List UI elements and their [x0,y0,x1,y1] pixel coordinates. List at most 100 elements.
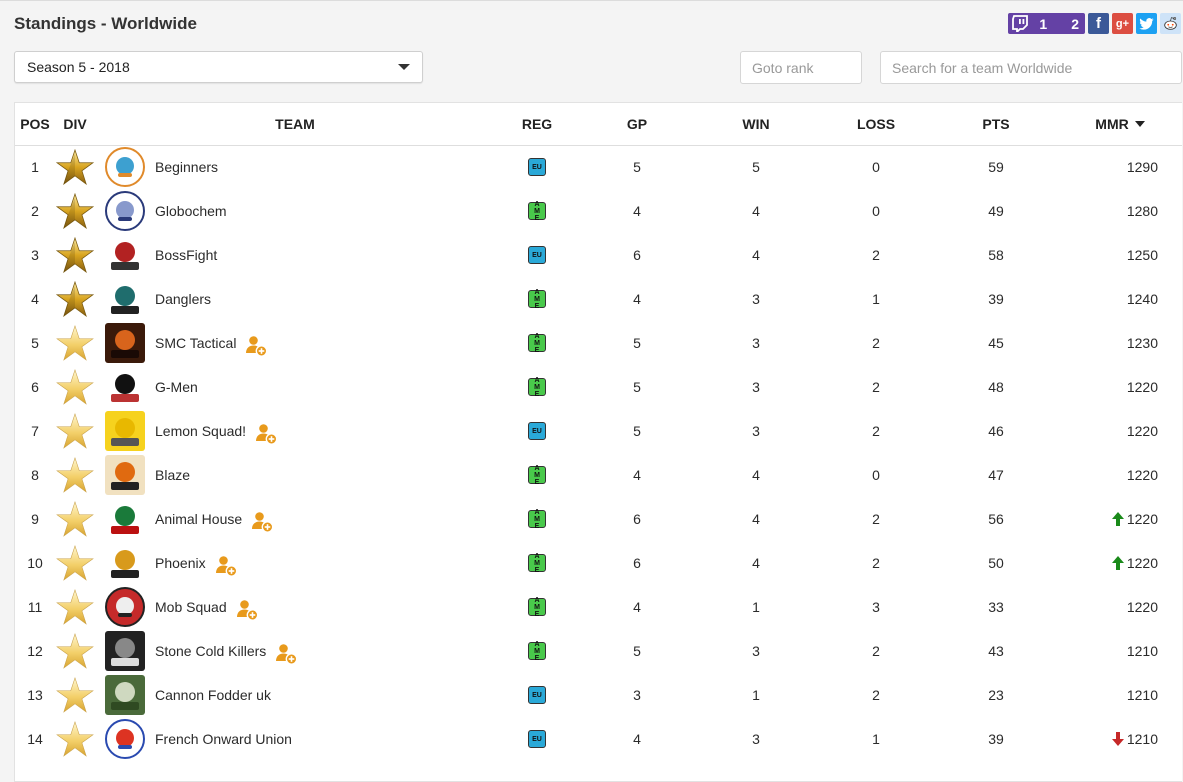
team-logo[interactable] [105,145,145,189]
table-row[interactable]: 12 Stone Cold Killers AME 5 3 2 43 1210 [15,629,1182,673]
wins: 3 [752,291,760,307]
goto-rank-input[interactable] [740,51,862,84]
top-border [0,0,1183,1]
reddit-icon[interactable] [1160,13,1181,34]
twitch-button[interactable]: 1 2 [1008,13,1085,34]
trend-down-icon [1111,732,1127,746]
points: 33 [988,599,1004,615]
division-star-icon [55,233,95,277]
team-logo-image [105,147,145,187]
recruiting-icon[interactable] [245,331,269,357]
recruiting-icon[interactable] [251,507,275,533]
header-div[interactable]: DIV [55,103,95,145]
team-logo[interactable] [105,629,145,673]
region-cell: AME [517,365,557,409]
team-cell: G-Men [155,365,415,409]
region-cell: EU [517,233,557,277]
team-name-link[interactable]: Phoenix [155,541,206,585]
table-row[interactable]: 13 Cannon Fodder uk EU 3 1 2 23 1210 [15,673,1182,717]
team-logo[interactable] [105,541,145,585]
team-name-link[interactable]: G-Men [155,365,198,409]
table-row[interactable]: 8 Blaze AME 4 4 0 47 1220 [15,453,1182,497]
recruiting-icon[interactable] [275,639,299,665]
team-logo[interactable] [105,365,145,409]
team-name-link[interactable]: French Onward Union [155,717,292,761]
team-name-link[interactable]: Mob Squad [155,585,227,629]
twitch-icon [1011,15,1029,32]
team-logo[interactable] [105,321,145,365]
mmr-value: 1210 [1126,643,1158,659]
team-logo[interactable] [105,189,145,233]
header-pts[interactable]: PTS [972,103,1020,145]
team-name-link[interactable]: BossFight [155,233,217,277]
table-row[interactable]: 10 Phoenix AME 6 4 2 50 1220 [15,541,1182,585]
table-row[interactable]: 6 G-Men AME 5 3 2 48 1220 [15,365,1182,409]
division-star-icon [55,189,95,233]
table-row[interactable]: 3 BossFight EU 6 4 2 58 1250 [15,233,1182,277]
team-logo[interactable] [105,277,145,321]
table-header: POS DIV TEAM REG GP WIN LOSS PTS MMR [15,103,1182,146]
header-loss[interactable]: LOSS [852,103,900,145]
team-logo[interactable] [105,497,145,541]
wins: 5 [752,159,760,175]
team-logo[interactable] [105,453,145,497]
team-name-link[interactable]: Beginners [155,145,218,189]
games-played: 4 [633,291,641,307]
team-logo[interactable] [105,409,145,453]
team-logo-image [105,587,145,627]
team-logo-image [105,719,145,759]
region-badge-label: EU [532,251,542,259]
points: 48 [988,379,1004,395]
region-cell: AME [517,541,557,585]
team-name-link[interactable]: SMC Tactical [155,321,236,365]
team-cell: BossFight [155,233,415,277]
season-select[interactable]: Season 5 - 2018 [14,51,423,83]
mmr-value: 1220 [1126,555,1158,571]
rank-position: 1 [31,159,39,175]
header-team[interactable]: TEAM [245,103,345,145]
region-badge: AME [528,553,546,574]
recruiting-icon[interactable] [255,419,279,445]
losses: 2 [872,335,880,351]
team-name-link[interactable]: Animal House [155,497,242,541]
table-row[interactable]: 9 Animal House AME 6 4 2 56 1220 [15,497,1182,541]
twitter-icon[interactable] [1136,13,1157,34]
facebook-icon[interactable]: f [1088,13,1109,34]
header-gp[interactable]: GP [613,103,661,145]
mmr-cell: 1240 [1075,277,1175,321]
table-row[interactable]: 4 Danglers AME 4 3 1 39 1240 [15,277,1182,321]
table-row[interactable]: 11 Mob Squad AME 4 1 3 33 1220 [15,585,1182,629]
team-name-link[interactable]: Lemon Squad! [155,409,246,453]
team-logo[interactable] [105,717,145,761]
table-row[interactable]: 7 Lemon Squad! EU 5 3 2 46 1220 [15,409,1182,453]
header-win[interactable]: WIN [732,103,780,145]
mmr-value: 1220 [1126,599,1158,615]
team-name-link[interactable]: Cannon Fodder uk [155,673,271,717]
team-logo[interactable] [105,585,145,629]
points: 46 [988,423,1004,439]
header-pos[interactable]: POS [15,103,55,145]
team-name-link[interactable]: Blaze [155,453,190,497]
table-row[interactable]: 14 French Onward Union EU 4 3 1 39 1210 [15,717,1182,761]
rank-position: 14 [27,731,43,747]
team-name-link[interactable]: Globochem [155,189,227,233]
table-row[interactable]: 2 Globochem AME 4 4 0 49 1280 [15,189,1182,233]
team-search-input[interactable] [880,51,1182,84]
region-cell: AME [517,453,557,497]
team-logo[interactable] [105,673,145,717]
division-star-icon [55,277,95,321]
team-name-link[interactable]: Danglers [155,277,211,321]
team-logo[interactable] [105,233,145,277]
table-row[interactable]: 1 Beginners EU 5 5 0 59 1290 [15,145,1182,189]
team-name-link[interactable]: Stone Cold Killers [155,629,266,673]
recruiting-icon[interactable] [236,595,260,621]
region-badge-label: AME [534,640,540,662]
googleplus-icon[interactable]: g+ [1112,13,1133,34]
team-cell: Cannon Fodder uk [155,673,415,717]
table-row[interactable]: 5 SMC Tactical AME 5 3 2 45 1230 [15,321,1182,365]
division-star-icon [55,717,95,761]
region-cell: AME [517,497,557,541]
header-reg[interactable]: REG [517,103,557,145]
header-mmr[interactable]: MMR [1080,103,1160,145]
recruiting-icon[interactable] [215,551,239,577]
